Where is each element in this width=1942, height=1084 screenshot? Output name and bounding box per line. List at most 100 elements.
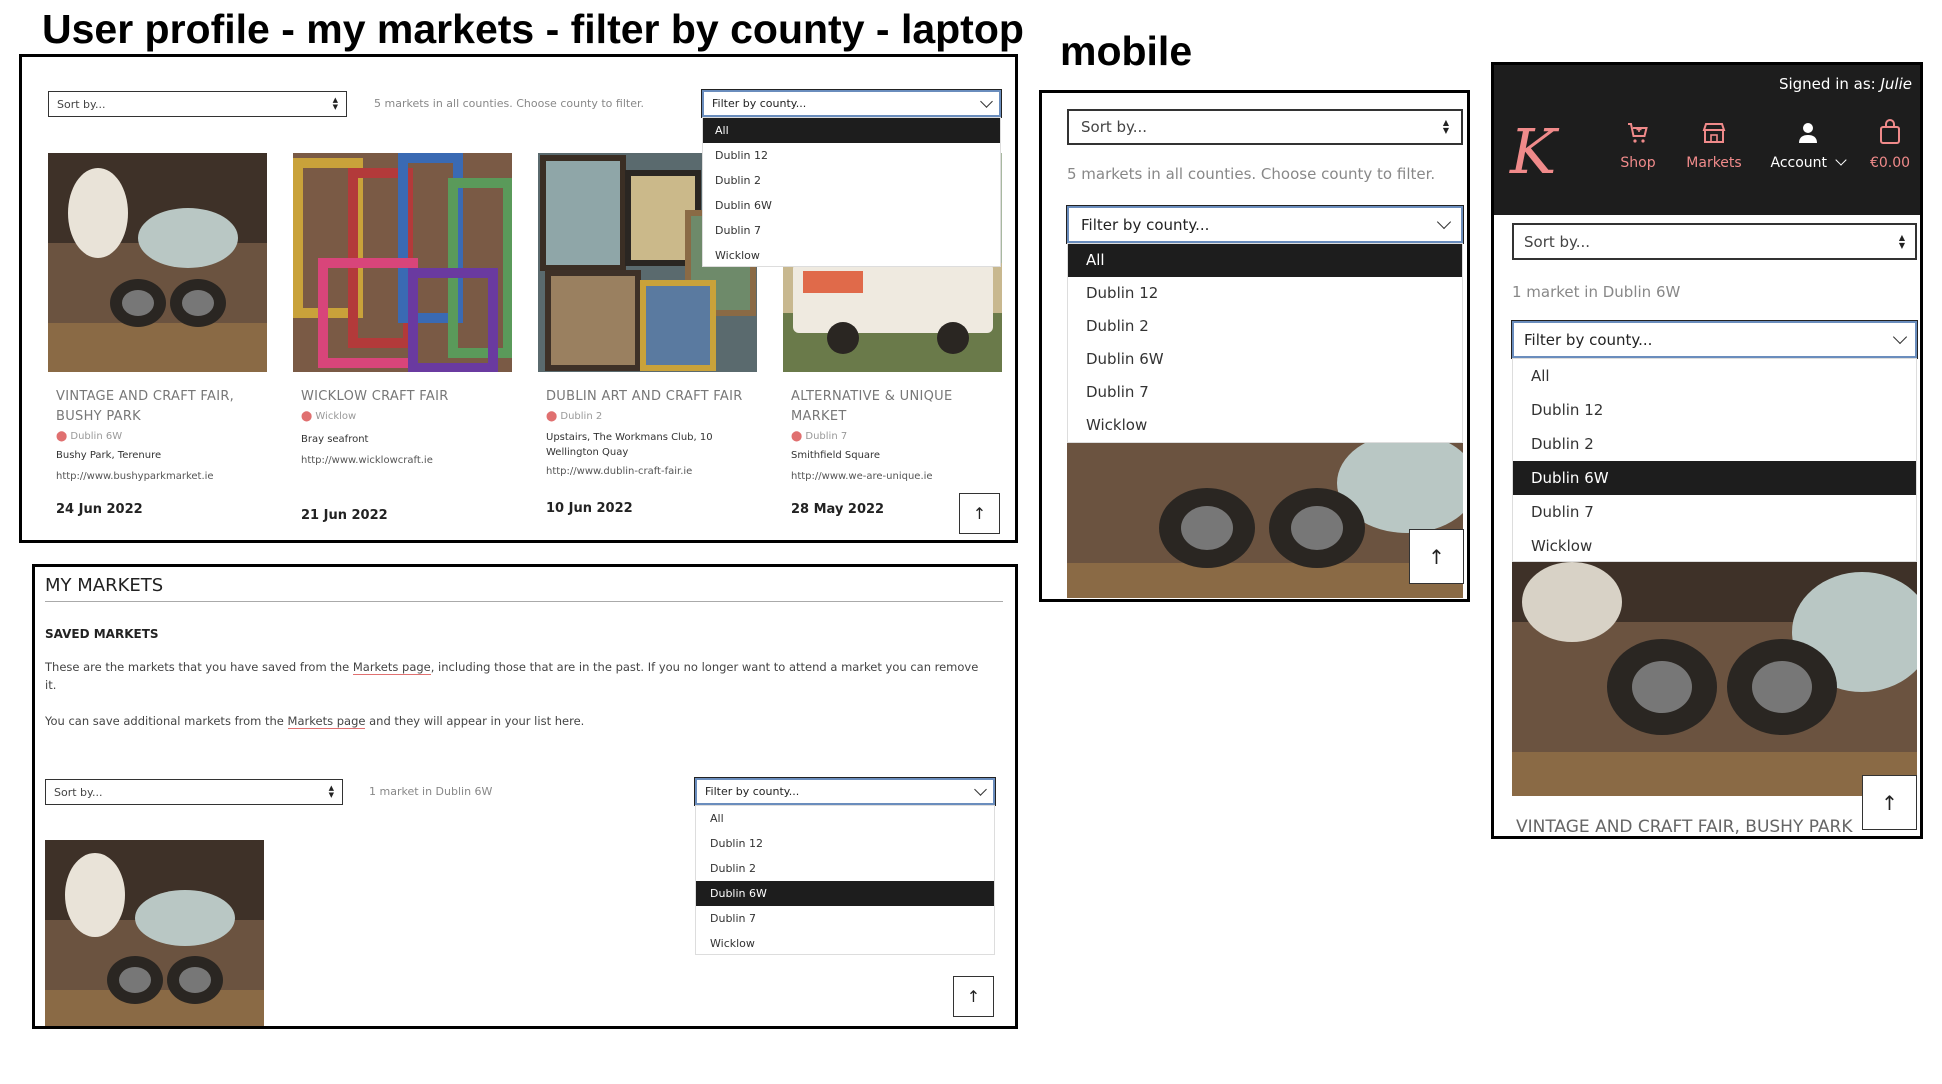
county-option-dublin-7[interactable]: Dublin 7 bbox=[696, 906, 994, 931]
county-filter-label: Filter by county... bbox=[705, 785, 800, 798]
markets-page-link[interactable]: Markets page bbox=[287, 714, 366, 729]
county-option-dublin-12[interactable]: Dublin 12 bbox=[696, 831, 994, 856]
county-filter-select[interactable]: Filter by county... bbox=[1511, 320, 1918, 359]
county-option-dublin-2[interactable]: Dublin 2 bbox=[696, 856, 994, 881]
back-to-top-button[interactable]: ↑ bbox=[959, 493, 1000, 534]
market-url[interactable]: http://www.wicklowcraft.ie bbox=[301, 455, 501, 466]
market-photo-2[interactable] bbox=[293, 153, 512, 372]
market-address: Upstairs, The Workmans Club, 10 Wellingt… bbox=[546, 432, 713, 459]
market-count-info: 5 markets in all counties. Choose county… bbox=[374, 97, 644, 110]
saved-market-photo[interactable] bbox=[45, 840, 264, 1026]
mobile-logged-in-frame: Signed in as: Julie K Shop Markets Accou… bbox=[1491, 62, 1923, 839]
market-photo[interactable] bbox=[1512, 562, 1917, 796]
county-option-all[interactable]: All bbox=[696, 806, 994, 831]
arrow-up-icon: ↑ bbox=[966, 987, 981, 1006]
market-url[interactable]: http://www.bushyparkmarket.ie bbox=[56, 471, 256, 482]
market-url[interactable]: http://www.we-are-unique.ie bbox=[791, 471, 991, 482]
my-markets-frame: MY MARKETS SAVED MARKETS These are the m… bbox=[32, 564, 1018, 1029]
location-pin-icon: ⬤ bbox=[301, 411, 313, 423]
my-markets-heading: MY MARKETS bbox=[45, 575, 164, 596]
chevron-down-icon bbox=[980, 94, 993, 108]
market-card-2: WICKLOW CRAFT FAIR ⬤ Wicklow Bray seafro… bbox=[301, 387, 501, 523]
nav-shop-label: Shop bbox=[1620, 155, 1656, 171]
laptop-markets-frame: Sort by... ▲ ▼ 5 markets in all counties.… bbox=[19, 54, 1018, 543]
chevron-down-icon bbox=[1436, 214, 1452, 230]
market-count-info: 1 market in Dublin 6W bbox=[369, 785, 493, 798]
market-photo[interactable] bbox=[1067, 443, 1463, 598]
market-url[interactable]: http://www.dublin-craft-fair.ie bbox=[546, 466, 746, 477]
chevron-down-icon bbox=[1835, 154, 1848, 166]
nav-markets[interactable]: Markets bbox=[1674, 121, 1754, 171]
county-option-dublin-6w[interactable]: Dublin 6W bbox=[1068, 343, 1462, 376]
market-count-info: 5 markets in all counties. Choose county… bbox=[1067, 165, 1436, 183]
market-photo-1[interactable] bbox=[48, 153, 267, 372]
county-option-dublin-2[interactable]: Dublin 2 bbox=[1068, 310, 1462, 343]
arrow-up-icon: ↑ bbox=[1881, 790, 1898, 815]
sort-updown-icon: ▲ ▼ bbox=[328, 784, 334, 799]
back-to-top-button[interactable]: ↑ bbox=[1409, 529, 1464, 584]
sort-updown-icon: ▲ ▼ bbox=[332, 96, 338, 111]
county-option-all[interactable]: All bbox=[1068, 244, 1462, 277]
county-option-dublin-7[interactable]: Dublin 7 bbox=[1068, 376, 1462, 409]
back-to-top-button[interactable]: ↑ bbox=[953, 976, 994, 1017]
frames-image bbox=[293, 153, 512, 372]
market-card-1: VINTAGE AND CRAFT FAIR, BUSHY PARK ⬤ Dub… bbox=[56, 387, 256, 517]
site-logo[interactable]: K bbox=[1510, 115, 1556, 188]
county-option-dublin-12[interactable]: Dublin 12 bbox=[703, 143, 1000, 168]
store-icon bbox=[1702, 123, 1726, 143]
nav-account[interactable]: Account bbox=[1758, 121, 1858, 171]
county-option-wicklow[interactable]: Wicklow bbox=[703, 243, 1000, 268]
mobile-markets-frame: Sort by... ▲ ▼ 5 markets in all counties.… bbox=[1039, 90, 1470, 602]
county-option-wicklow[interactable]: Wicklow bbox=[1513, 529, 1916, 563]
county-option-dublin-6w[interactable]: Dublin 6W bbox=[696, 881, 994, 906]
user-icon bbox=[1799, 123, 1817, 143]
county-option-dublin-6w[interactable]: Dublin 6W bbox=[703, 193, 1000, 218]
sort-select[interactable]: Sort by... ▲ ▼ bbox=[1067, 109, 1463, 145]
county-filter-select[interactable]: Filter by county... bbox=[701, 89, 1002, 118]
county-option-dublin-7[interactable]: Dublin 7 bbox=[703, 218, 1000, 243]
signed-in-status: Signed in as: Julie bbox=[1779, 75, 1912, 93]
back-to-top-button[interactable]: ↑ bbox=[1862, 775, 1917, 830]
county-option-dublin-6w[interactable]: Dublin 6W bbox=[1513, 461, 1916, 495]
county-option-dublin-12[interactable]: Dublin 12 bbox=[1513, 393, 1916, 427]
sort-updown-icon: ▲ ▼ bbox=[1898, 232, 1905, 250]
nav-shop[interactable]: Shop bbox=[1608, 121, 1668, 171]
market-location: Dublin 7 bbox=[805, 431, 848, 443]
intro-paragraph-2: You can save additional markets from the… bbox=[45, 713, 985, 731]
heading-divider bbox=[45, 601, 1003, 602]
county-option-dublin-7[interactable]: Dublin 7 bbox=[1513, 495, 1916, 529]
county-option-all[interactable]: All bbox=[703, 118, 1000, 143]
sort-select[interactable]: Sort by... ▲ ▼ bbox=[45, 779, 343, 805]
market-title[interactable]: WICKLOW CRAFT FAIR bbox=[301, 387, 501, 407]
county-option-dublin-12[interactable]: Dublin 12 bbox=[1068, 277, 1462, 310]
county-dropdown: All Dublin 12 Dublin 2 Dublin 6W Dublin … bbox=[1512, 358, 1917, 562]
county-filter-label: Filter by county... bbox=[712, 97, 807, 110]
chevron-down-icon bbox=[1892, 329, 1908, 345]
site-header: Signed in as: Julie K Shop Markets Accou… bbox=[1494, 65, 1920, 215]
binoculars-image bbox=[48, 153, 267, 372]
market-title[interactable]: VINTAGE AND CRAFT FAIR, BUSHY PARK bbox=[1516, 817, 1853, 836]
market-title[interactable]: VINTAGE AND CRAFT FAIR, BUSHY PARK bbox=[56, 387, 256, 427]
county-filter-label: Filter by county... bbox=[1524, 330, 1653, 349]
binoculars-image bbox=[1067, 443, 1463, 598]
shopping-bag-icon bbox=[1880, 119, 1900, 144]
market-date: 24 Jun 2022 bbox=[56, 502, 143, 518]
county-option-wicklow[interactable]: Wicklow bbox=[1068, 409, 1462, 442]
county-option-all[interactable]: All bbox=[1513, 359, 1916, 393]
county-filter-select[interactable]: Filter by county... bbox=[1066, 205, 1464, 244]
county-option-dublin-2[interactable]: Dublin 2 bbox=[703, 168, 1000, 193]
nav-cart[interactable]: €0.00 bbox=[1858, 119, 1920, 171]
laptop-title: User profile - my markets - filter by co… bbox=[42, 6, 1024, 52]
sort-select[interactable]: Sort by... ▲ ▼ bbox=[48, 91, 347, 117]
county-option-dublin-2[interactable]: Dublin 2 bbox=[1513, 427, 1916, 461]
county-option-wicklow[interactable]: Wicklow bbox=[696, 931, 994, 956]
market-title[interactable]: ALTERNATIVE & UNIQUE MARKET bbox=[791, 387, 991, 427]
market-title[interactable]: DUBLIN ART AND CRAFT FAIR bbox=[546, 387, 746, 407]
market-address: Bray seafront bbox=[301, 434, 369, 446]
mobile-title: mobile bbox=[1060, 28, 1193, 74]
sort-updown-icon: ▲ ▼ bbox=[1442, 118, 1449, 135]
markets-page-link[interactable]: Markets page bbox=[352, 660, 431, 675]
county-filter-select[interactable]: Filter by county... bbox=[694, 777, 996, 806]
sort-select[interactable]: Sort by... ▲ ▼ bbox=[1512, 223, 1917, 260]
market-count-info: 1 market in Dublin 6W bbox=[1512, 283, 1681, 301]
